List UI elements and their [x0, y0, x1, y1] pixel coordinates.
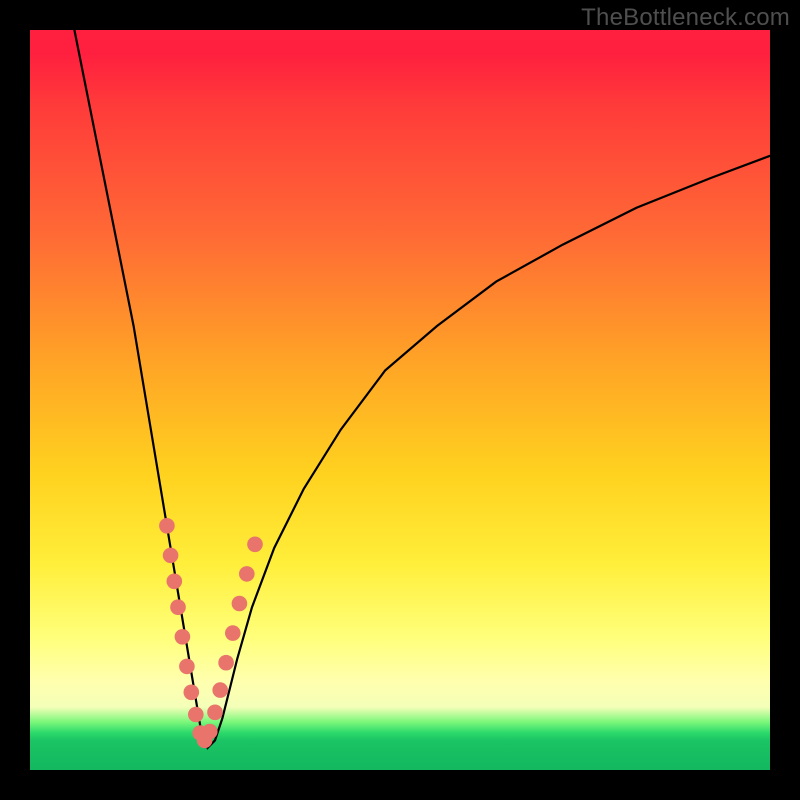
curve-marker	[225, 625, 241, 641]
curve-marker	[207, 705, 223, 721]
marker-group	[159, 518, 263, 748]
plot-area	[30, 30, 770, 770]
curve-marker	[212, 682, 228, 698]
curve-marker	[188, 707, 204, 723]
curve-marker	[179, 659, 195, 675]
curve-marker	[167, 574, 183, 590]
curve-marker	[184, 685, 200, 701]
curve-marker	[218, 655, 234, 671]
curve-svg	[30, 30, 770, 770]
curve-marker	[232, 596, 248, 612]
watermark-text: TheBottleneck.com	[581, 4, 790, 32]
curve-marker	[239, 566, 255, 582]
chart-frame: TheBottleneck.com	[0, 0, 800, 800]
curve-marker	[159, 518, 175, 534]
curve-marker	[247, 537, 263, 553]
curve-marker	[175, 629, 191, 645]
curve-marker	[163, 548, 179, 564]
curve-marker	[170, 599, 186, 615]
curve-marker	[202, 724, 218, 740]
